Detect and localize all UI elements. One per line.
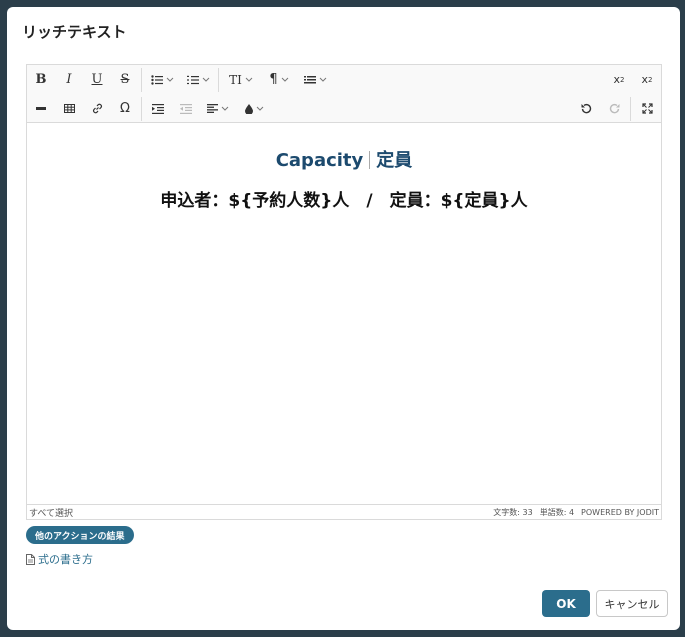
- superscript-button[interactable]: x2: [605, 68, 633, 92]
- ok-button[interactable]: OK: [542, 590, 590, 617]
- dialog-title: リッチテキスト: [22, 23, 127, 41]
- link-button[interactable]: [83, 97, 111, 121]
- indent-button[interactable]: [144, 97, 172, 121]
- class-span-icon: [303, 76, 316, 84]
- horizontal-rule-button[interactable]: [27, 97, 55, 121]
- table-icon: [63, 104, 75, 113]
- toolbar-row-1: B I U S TI ¶ x 2 x 2: [27, 65, 661, 94]
- redo-button[interactable]: [600, 97, 628, 121]
- numbered-list-button[interactable]: [180, 68, 216, 92]
- powered-by-link[interactable]: POWERED BY JODIT: [581, 508, 659, 517]
- drop-icon: [244, 103, 253, 114]
- outdent-button[interactable]: [172, 97, 200, 121]
- outdent-icon: [180, 103, 192, 114]
- bold-button[interactable]: B: [27, 68, 55, 92]
- chevron-down-icon: [281, 77, 288, 82]
- document-icon: [26, 553, 35, 565]
- fullsize-button[interactable]: [633, 97, 661, 121]
- omega-icon: Ω: [120, 101, 130, 116]
- expand-icon: [641, 103, 653, 114]
- font-size-button[interactable]: TI: [221, 68, 261, 92]
- rich-text-dialog: リッチテキスト B I U S TI ¶ x 2 x 2 Ω Capacity …: [7, 7, 680, 630]
- strikethrough-button[interactable]: S: [111, 68, 139, 92]
- undo-button[interactable]: [572, 97, 600, 121]
- heading-japanese: 定員: [376, 150, 413, 171]
- content-formula-line: 申込者：${予約人数}人 / 定員：${定員}人: [160, 191, 528, 211]
- editor-statusbar: すべて選択 文字数: 33 単語数: 4 POWERED BY JODIT: [27, 504, 661, 519]
- formula-help-link[interactable]: 式の書き方: [26, 551, 93, 567]
- toolbar-separator: [141, 96, 142, 121]
- underline-button[interactable]: U: [83, 68, 111, 92]
- editor-content[interactable]: Capacity 定員 申込者：${予約人数}人 / 定員：${定員}人: [27, 124, 661, 504]
- heading-english: Capacity: [275, 150, 364, 171]
- cancel-button[interactable]: キャンセル: [596, 590, 668, 617]
- toolbar-separator: [141, 67, 142, 92]
- other-action-result-badge[interactable]: 他のアクションの結果: [26, 526, 134, 544]
- chevron-down-icon: [245, 77, 253, 82]
- undo-icon: [581, 103, 591, 114]
- align-left-icon: [207, 104, 218, 113]
- font-size-icon: TI: [229, 72, 242, 87]
- brush-color-button[interactable]: [236, 97, 272, 121]
- bullet-list-icon: [150, 74, 163, 85]
- formula-help-label: 式の書き方: [38, 553, 93, 566]
- bullet-list-button[interactable]: [144, 68, 180, 92]
- redo-icon: [609, 103, 619, 114]
- chevron-down-icon: [202, 77, 209, 82]
- paragraph-button[interactable]: ¶: [261, 68, 297, 92]
- chevron-down-icon: [319, 77, 326, 82]
- toolbar-row-2: Ω: [27, 94, 661, 123]
- chevron-down-icon: [221, 106, 229, 111]
- paragraph-icon: ¶: [269, 72, 278, 87]
- link-icon: [92, 103, 102, 114]
- horizontal-rule-icon: [36, 107, 46, 110]
- rich-text-editor: B I U S TI ¶ x 2 x 2 Ω Capacity 定員 申込者：$…: [26, 64, 662, 520]
- subscript-button[interactable]: x2: [633, 68, 661, 92]
- italic-button[interactable]: I: [55, 68, 83, 92]
- toolbar-separator: [218, 67, 219, 92]
- numbered-list-icon: [186, 75, 199, 84]
- word-count: 単語数: 4: [539, 507, 575, 517]
- heading-divider: [369, 151, 371, 169]
- indent-icon: [152, 103, 164, 114]
- chevron-down-icon: [256, 106, 263, 111]
- table-button[interactable]: [55, 97, 83, 121]
- class-span-button[interactable]: [297, 68, 333, 92]
- select-all-link[interactable]: すべて選択: [29, 506, 73, 519]
- editor-toolbar: B I U S TI ¶ x 2 x 2 Ω: [27, 65, 661, 123]
- special-character-button[interactable]: Ω: [111, 97, 139, 121]
- content-heading: Capacity 定員: [27, 146, 661, 172]
- toolbar-separator: [630, 96, 631, 121]
- align-button[interactable]: [200, 97, 236, 121]
- char-count: 文字数: 33: [493, 507, 533, 517]
- chevron-down-icon: [166, 77, 173, 82]
